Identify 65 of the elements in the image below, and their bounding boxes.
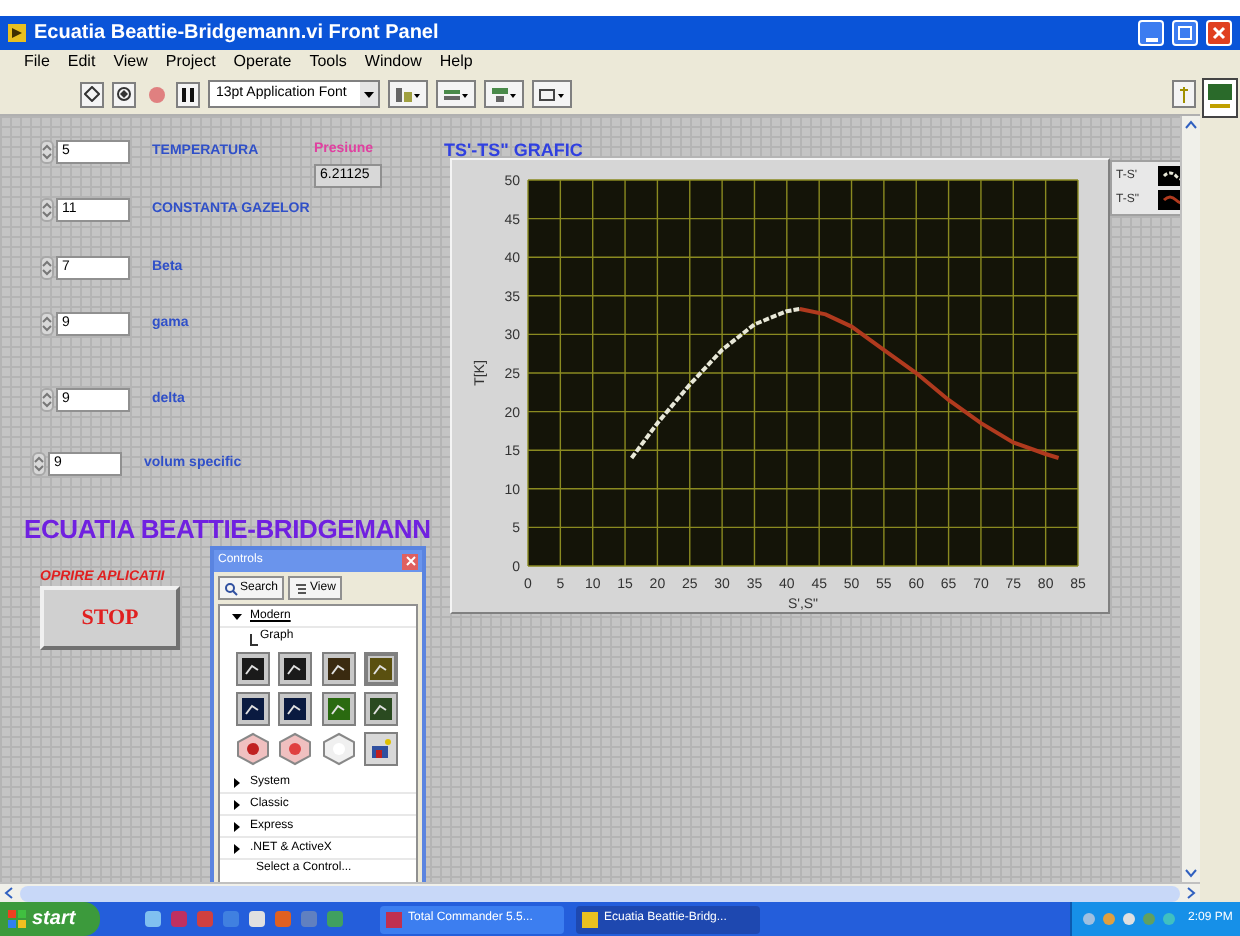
panel-heading: ECUATIA BEATTIE-BRIDGEMANN [24,512,431,548]
increment-decrement-buttons[interactable] [40,312,54,336]
menu-item[interactable]: Edit [67,50,96,74]
3d-graph-icon[interactable] [278,732,313,766]
scroll-left-icon [0,884,16,902]
window-title: Ecuatia Beattie-Bridgemann.vi Front Panel [34,20,441,48]
list-icon [294,581,309,595]
scroll-up-icon [1182,116,1200,132]
scroll-down-icon [1182,866,1200,882]
vi-connector-icon [1202,78,1238,118]
run-button[interactable] [80,81,104,107]
windows-logo-icon [8,910,26,928]
align-objects-button[interactable] [388,80,428,108]
graph-title: TS'-TS" GRAFIC [444,138,583,164]
distribute-objects-button[interactable] [436,80,476,108]
graph-control-icon[interactable] [278,652,313,686]
increment-decrement-buttons[interactable] [40,256,54,280]
maximize-icon [1178,26,1192,40]
loop-arrow-icon [116,86,132,102]
vertical-scrollbar[interactable] [1180,116,1200,882]
graph-control-icon[interactable] [363,652,398,686]
menu-item[interactable]: Help [439,50,473,74]
search-icon [224,581,238,595]
scroll-right-icon [1184,884,1200,902]
menu-item[interactable]: Window [364,50,422,74]
app-icon [8,24,26,42]
horizontal-scrollbar[interactable] [0,882,1200,902]
resize-objects-button[interactable] [484,80,524,108]
pause-icon [182,87,194,101]
pause-button[interactable] [176,81,200,107]
picture-control-icon[interactable] [363,732,398,766]
increment-decrement-buttons[interactable] [40,198,54,222]
menu-item[interactable]: Operate [233,50,292,74]
help-button[interactable] [1172,80,1196,108]
graph-control-icon[interactable] [321,692,355,726]
distribute-icon [442,85,470,103]
reorder-icon [538,85,566,103]
minimize-button[interactable] [1138,20,1164,46]
graph-control-icon[interactable] [236,652,270,686]
graph-control-icon[interactable] [236,692,270,726]
increment-decrement-buttons[interactable] [40,388,54,412]
menu-item[interactable]: Tools [309,50,347,74]
align-icon [394,85,422,103]
palette-close-button[interactable] [402,553,418,569]
increment-decrement-buttons[interactable] [32,452,46,476]
program-icon [386,911,402,927]
menu-item[interactable]: View [113,50,148,74]
run-continuously-button[interactable] [112,81,136,107]
start-button[interactable]: start [0,902,100,936]
reorder-button[interactable] [532,80,572,108]
minimize-icon [1145,38,1157,44]
menu-item[interactable]: Project [165,50,216,74]
close-button[interactable] [1206,20,1232,46]
maximize-button[interactable] [1172,20,1198,46]
tree-connector-icon [250,634,258,646]
increment-decrement-buttons[interactable] [40,140,54,164]
resize-icon [490,85,518,103]
graph-control-icon[interactable] [363,692,398,726]
3d-graph-icon[interactable] [236,732,270,766]
graph-control-icon[interactable] [321,652,355,686]
close-icon [1212,26,1226,40]
program-icon [582,911,598,927]
graph-control-icon[interactable] [278,692,313,726]
stop-sign-icon [147,85,165,103]
menu-item[interactable]: File [24,50,50,74]
